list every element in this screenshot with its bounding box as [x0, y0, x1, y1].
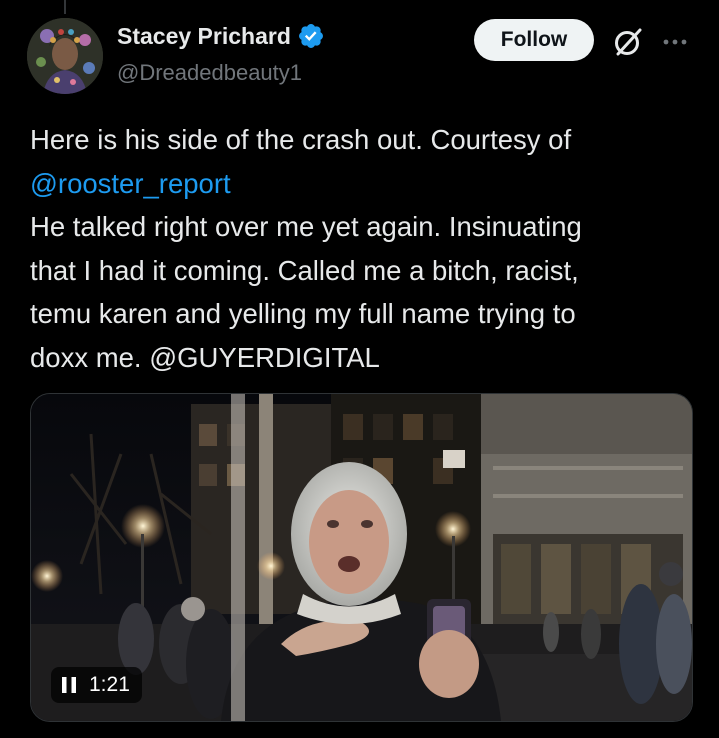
author-avatar[interactable] [27, 18, 103, 94]
grok-icon[interactable] [610, 24, 646, 60]
more-options-icon[interactable] [660, 30, 690, 54]
video-duration-badge[interactable]: 1:21 [51, 667, 142, 703]
tweet-text-line: Here is his side of the crash out. Court… [30, 124, 572, 155]
follow-button[interactable]: Follow [474, 19, 594, 61]
mention-link[interactable]: @rooster_report [30, 162, 690, 206]
verified-badge-icon[interactable] [297, 22, 325, 50]
mention-text[interactable]: @GUYERDIGITAL [149, 342, 380, 373]
author-handle[interactable]: @Dreadedbeauty1 [117, 60, 302, 86]
avatar-image [27, 18, 103, 94]
tweet-text-line: He talked right over me yet again. Insin… [30, 211, 582, 242]
tweet-text-line: doxx me. [30, 341, 150, 373]
author-display-name[interactable]: Stacey Prichard [117, 23, 291, 50]
tweet-text-line: temu karen and yelling my full name tryi… [30, 298, 576, 329]
video-duration: 1:21 [89, 673, 130, 696]
author-name-row: Stacey Prichard [117, 22, 325, 50]
tweet-text-line: that I had it coming. Called me a bitch,… [30, 254, 579, 286]
video-player[interactable]: 1:21 [30, 393, 693, 722]
pause-icon[interactable] [61, 676, 77, 694]
tweet-text: Here is his side of the crash out. Court… [30, 118, 690, 379]
thread-connector-line [64, 0, 66, 14]
tweet-text-last-line: doxx me. @GUYERDIGITAL [30, 336, 690, 380]
